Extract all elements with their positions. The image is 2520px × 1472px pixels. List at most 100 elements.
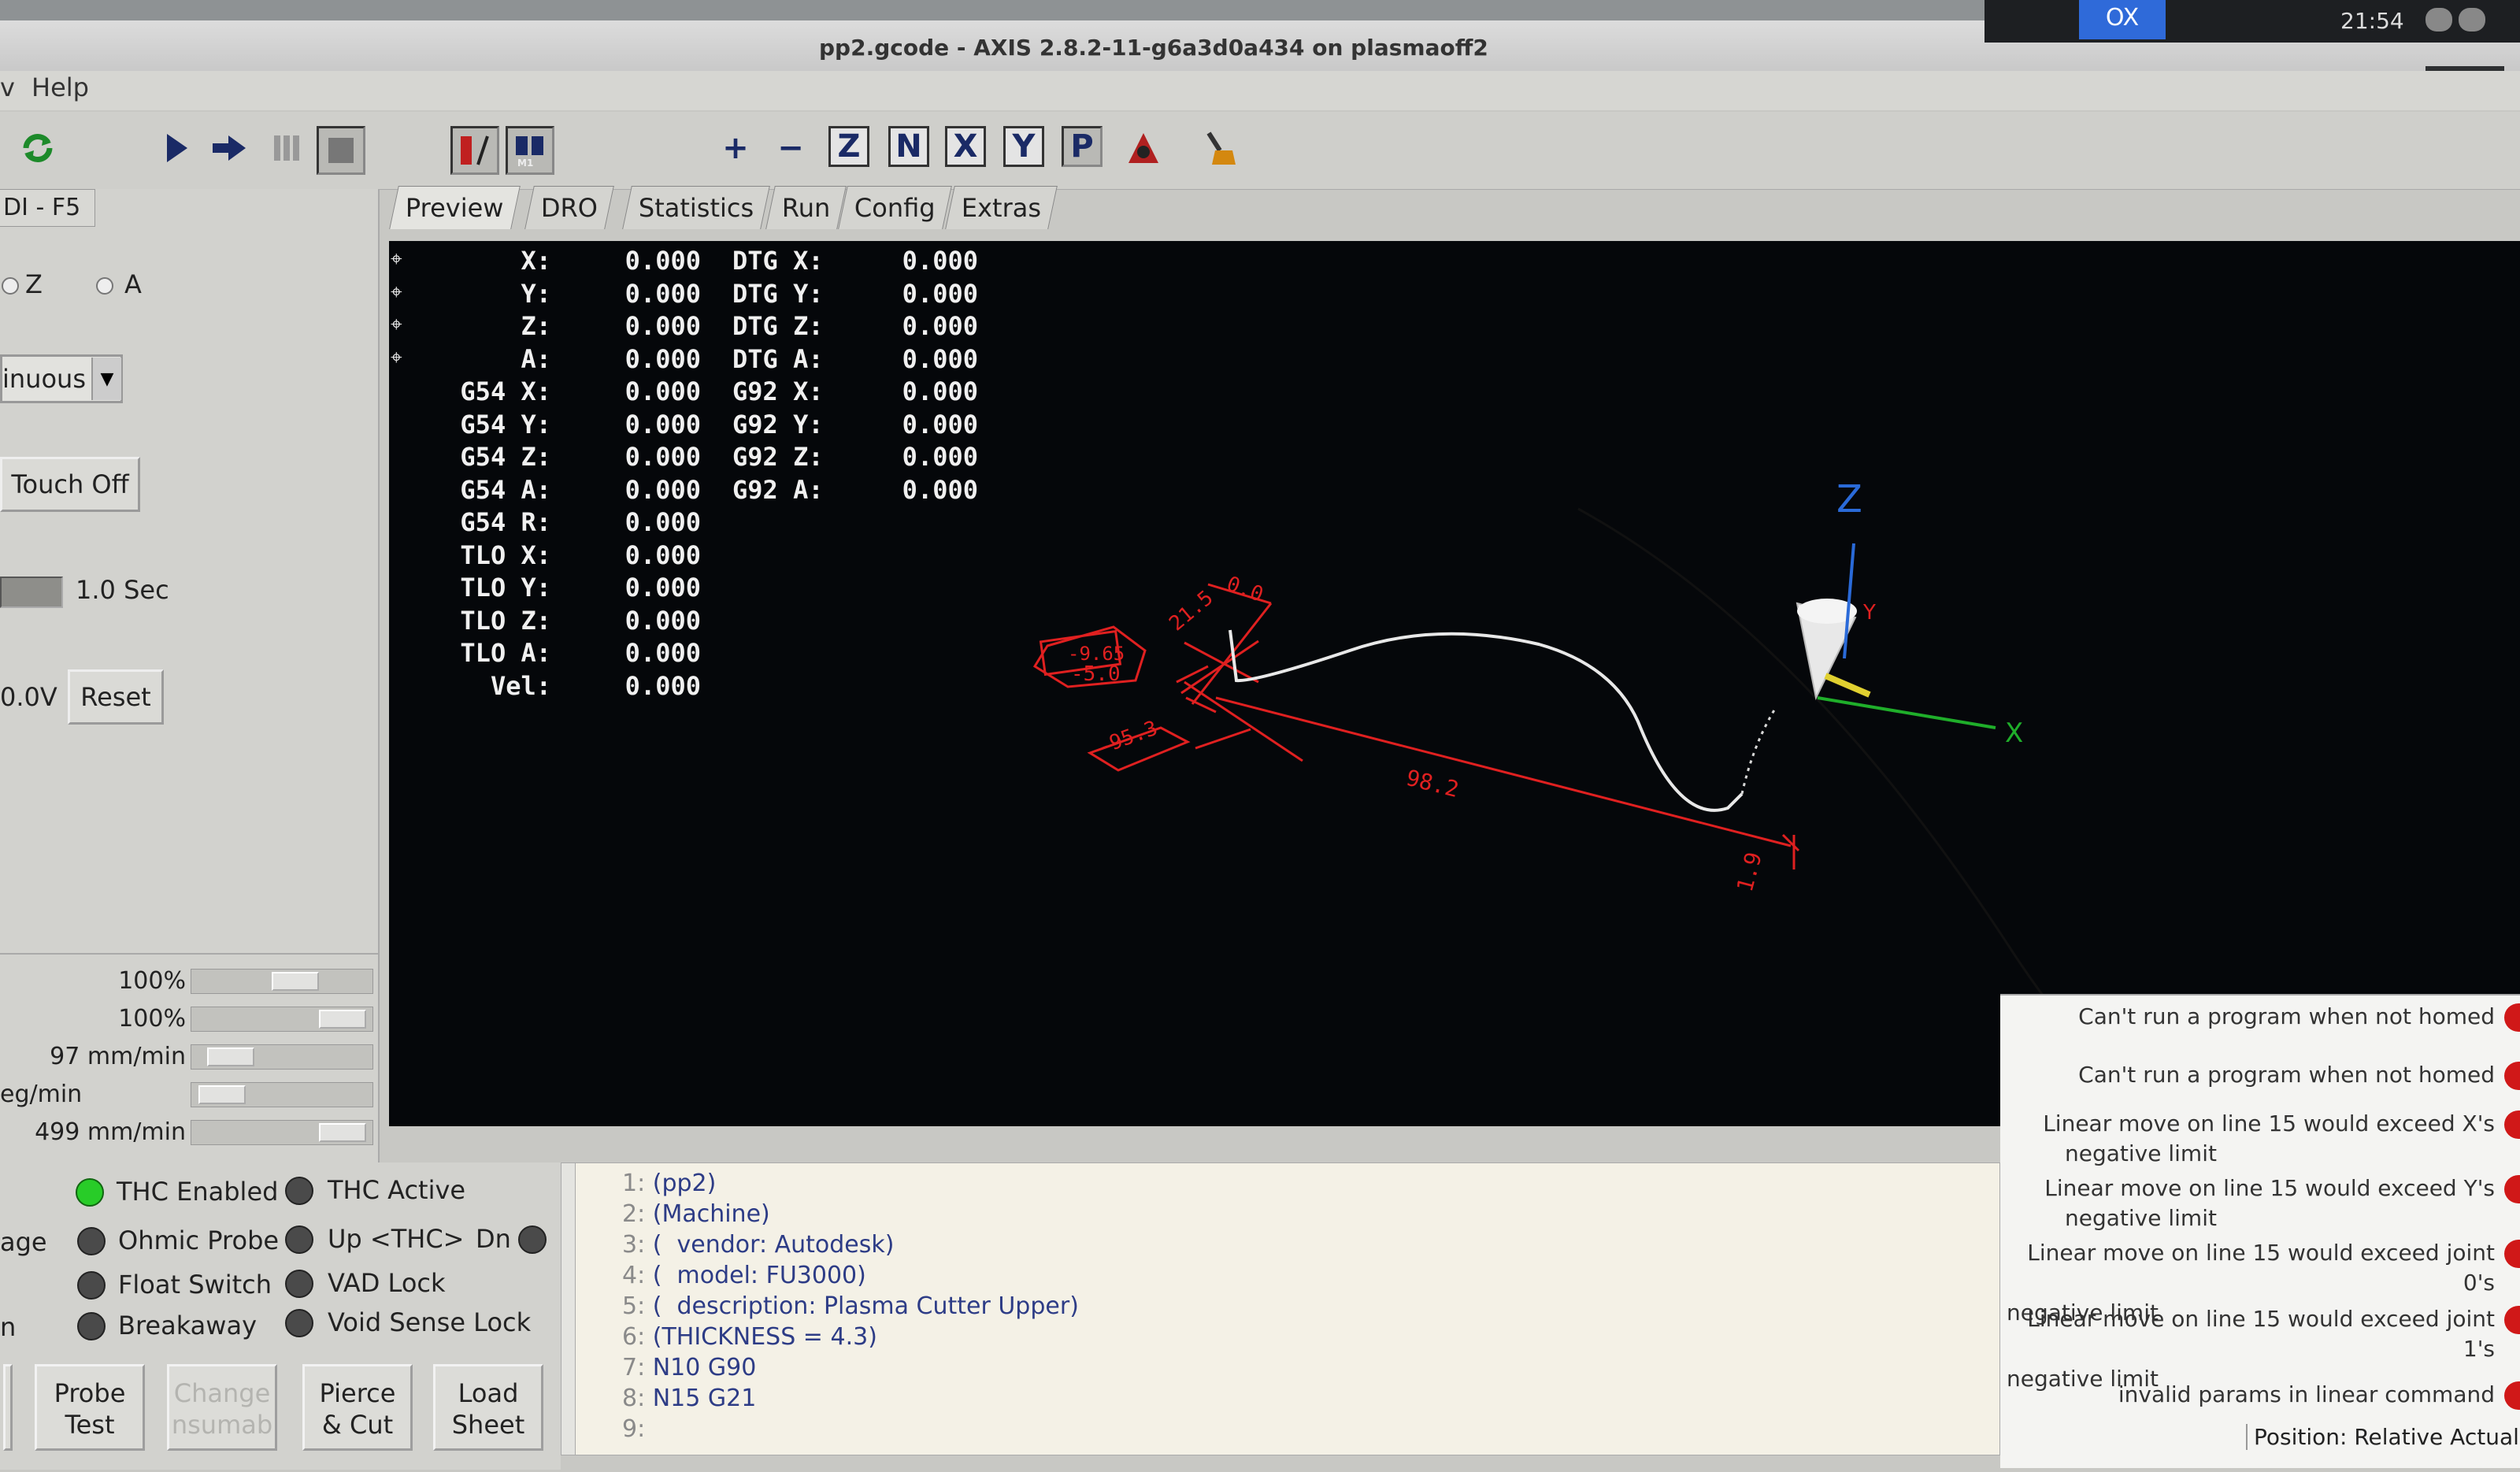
pause-icon[interactable] <box>265 126 309 170</box>
dro-label: TLO A: <box>460 638 551 668</box>
tab-mdi[interactable]: DI - F5 <box>0 189 95 227</box>
axis-y-label: Y <box>1862 601 1876 625</box>
gcode-scrollbar[interactable] <box>561 1162 576 1455</box>
tab-label: DRO <box>540 193 598 223</box>
voltage-label: 0.0V <box>0 682 57 712</box>
gcode-text: (THICKNESS = 4.3) <box>652 1323 877 1351</box>
menubar <box>0 71 2520 110</box>
view-p-icon[interactable]: P <box>1062 126 1102 167</box>
gcode-text: ( description: Plasma Cutter Upper) <box>652 1292 1079 1320</box>
gcode-line[interactable]: 6: (THICKNESS = 4.3) <box>622 1322 877 1352</box>
gcode-line[interactable]: 2: (Machine) <box>622 1199 770 1229</box>
dro-dtg-value: 0.000 <box>902 246 978 276</box>
dro-value: 0.000 <box>624 311 701 341</box>
message-item: invalid params in linear command <box>2118 1381 2495 1407</box>
gcode-text: ( vendor: Autodesk) <box>652 1231 895 1259</box>
thc-active-label: THC Active <box>328 1175 466 1205</box>
view-z2-icon[interactable]: N <box>888 126 929 167</box>
clear-plot-icon[interactable] <box>1197 126 1241 170</box>
gcode-line[interactable]: 4: ( model: FU3000) <box>622 1261 866 1291</box>
angular-jog-label: eg/min <box>0 1081 83 1108</box>
axis-z-radio[interactable] <box>2 277 19 295</box>
gcode-line[interactable]: 5: ( description: Plasma Cutter Upper) <box>622 1292 1079 1322</box>
rotate-icon[interactable] <box>1121 126 1166 170</box>
dro-value: 0.000 <box>624 474 701 505</box>
toolbar <box>0 112 2520 190</box>
gcode-line[interactable]: 3: ( vendor: Autodesk) <box>622 1230 894 1260</box>
clock: 21:54 <box>2340 8 2404 34</box>
load-sheet-button[interactable]: Load Sheet <box>433 1364 543 1451</box>
gcode-line[interactable]: 8: N15 G21 <box>622 1384 756 1414</box>
gcode-line[interactable]: 9: <box>622 1415 653 1444</box>
step-icon[interactable] <box>208 126 252 170</box>
slider-knob[interactable] <box>319 1010 366 1029</box>
slider-knob[interactable] <box>272 972 319 991</box>
dn-led <box>518 1225 547 1254</box>
left-edge-button[interactable] <box>3 1364 13 1451</box>
dro-label: X: <box>521 246 551 276</box>
jog-speed-slider[interactable] <box>191 1044 373 1070</box>
touch-off-button[interactable]: Touch Off <box>0 457 140 512</box>
axis-a-radio[interactable] <box>96 277 113 295</box>
chevron-down-icon[interactable]: ▼ <box>91 358 121 400</box>
menu-view[interactable]: v <box>0 72 15 102</box>
dro-value: 0.000 <box>624 278 701 309</box>
dim-label-98-2: 98.2 <box>1403 765 1461 803</box>
view-y-icon[interactable]: Y <box>1003 126 1044 167</box>
tab-preview[interactable]: Preview <box>389 186 521 229</box>
line-number: 1: <box>622 1170 653 1197</box>
feed-override-slider[interactable] <box>191 969 373 994</box>
optional-stop-icon[interactable]: M1 <box>506 126 554 175</box>
line-number: 2: <box>622 1200 653 1228</box>
slider-knob[interactable] <box>198 1085 246 1104</box>
tab-dro[interactable]: DRO <box>524 186 614 229</box>
reset-button[interactable]: Reset <box>68 669 164 725</box>
line-number: 9: <box>622 1415 653 1443</box>
dro-label: Vel: <box>490 670 551 701</box>
vad-lock-label: VAD Lock <box>328 1268 446 1298</box>
menu-help[interactable]: Help <box>32 72 89 102</box>
dro-value: 0.000 <box>624 507 701 537</box>
tab-statistics[interactable]: Statistics <box>622 186 771 229</box>
dro-value: 0.000 <box>624 343 701 374</box>
stop-icon[interactable] <box>317 126 365 175</box>
dro-dtg-label: DTG A: <box>732 343 824 374</box>
dro-value: 0.000 <box>624 638 701 668</box>
rapid-override-slider[interactable] <box>191 1007 373 1032</box>
tray-network-icon[interactable] <box>2459 8 2485 32</box>
axis-z-line <box>1843 543 1855 659</box>
dn-label: Dn <box>476 1224 511 1254</box>
tab-config[interactable]: Config <box>838 186 952 229</box>
change-consumable-button[interactable]: Change nsumab <box>167 1364 277 1451</box>
tab-run[interactable]: Run <box>765 186 847 229</box>
slider-knob[interactable] <box>207 1047 254 1066</box>
pierce-cut-button[interactable]: Pierce & Cut <box>302 1364 413 1451</box>
gcode-text: (Machine) <box>652 1200 770 1228</box>
zoom-out-icon[interactable]: − <box>769 126 813 170</box>
max-velocity-slider[interactable] <box>191 1120 373 1145</box>
view-x-icon[interactable]: X <box>945 126 986 167</box>
tab-label: Preview <box>405 193 504 223</box>
gcode-line[interactable]: 1: (pp2) <box>622 1169 716 1199</box>
zoom-in-icon[interactable]: + <box>713 126 758 170</box>
tray-active-item[interactable]: OX <box>2079 0 2166 39</box>
gcode-line[interactable]: 7: N10 G90 <box>622 1353 756 1383</box>
slider-knob[interactable] <box>319 1123 366 1142</box>
axis-y-line <box>1824 673 1871 698</box>
run-icon[interactable] <box>154 126 198 170</box>
dro-dtg-value: 0.000 <box>902 343 978 374</box>
reload-icon[interactable] <box>16 126 60 170</box>
button-label: Sheet <box>451 1410 525 1440</box>
tab-extras[interactable]: Extras <box>945 186 1058 229</box>
dim-label-box3: -95.3 <box>1095 717 1161 760</box>
angular-jog-slider[interactable] <box>191 1082 373 1107</box>
tray-status-icon[interactable] <box>2426 8 2452 32</box>
probe-test-button[interactable]: Probe Test <box>35 1364 145 1451</box>
toggle-skip-icon[interactable] <box>450 126 499 175</box>
axis-x-label: X <box>2005 717 2023 749</box>
float-switch-label: Float Switch <box>118 1270 272 1300</box>
dro-label: TLO Y: <box>460 573 551 603</box>
view-z-icon[interactable]: Z <box>828 126 869 167</box>
dim-label-21-5: 21.5 <box>1165 586 1217 636</box>
rapid-move <box>1740 708 1777 795</box>
